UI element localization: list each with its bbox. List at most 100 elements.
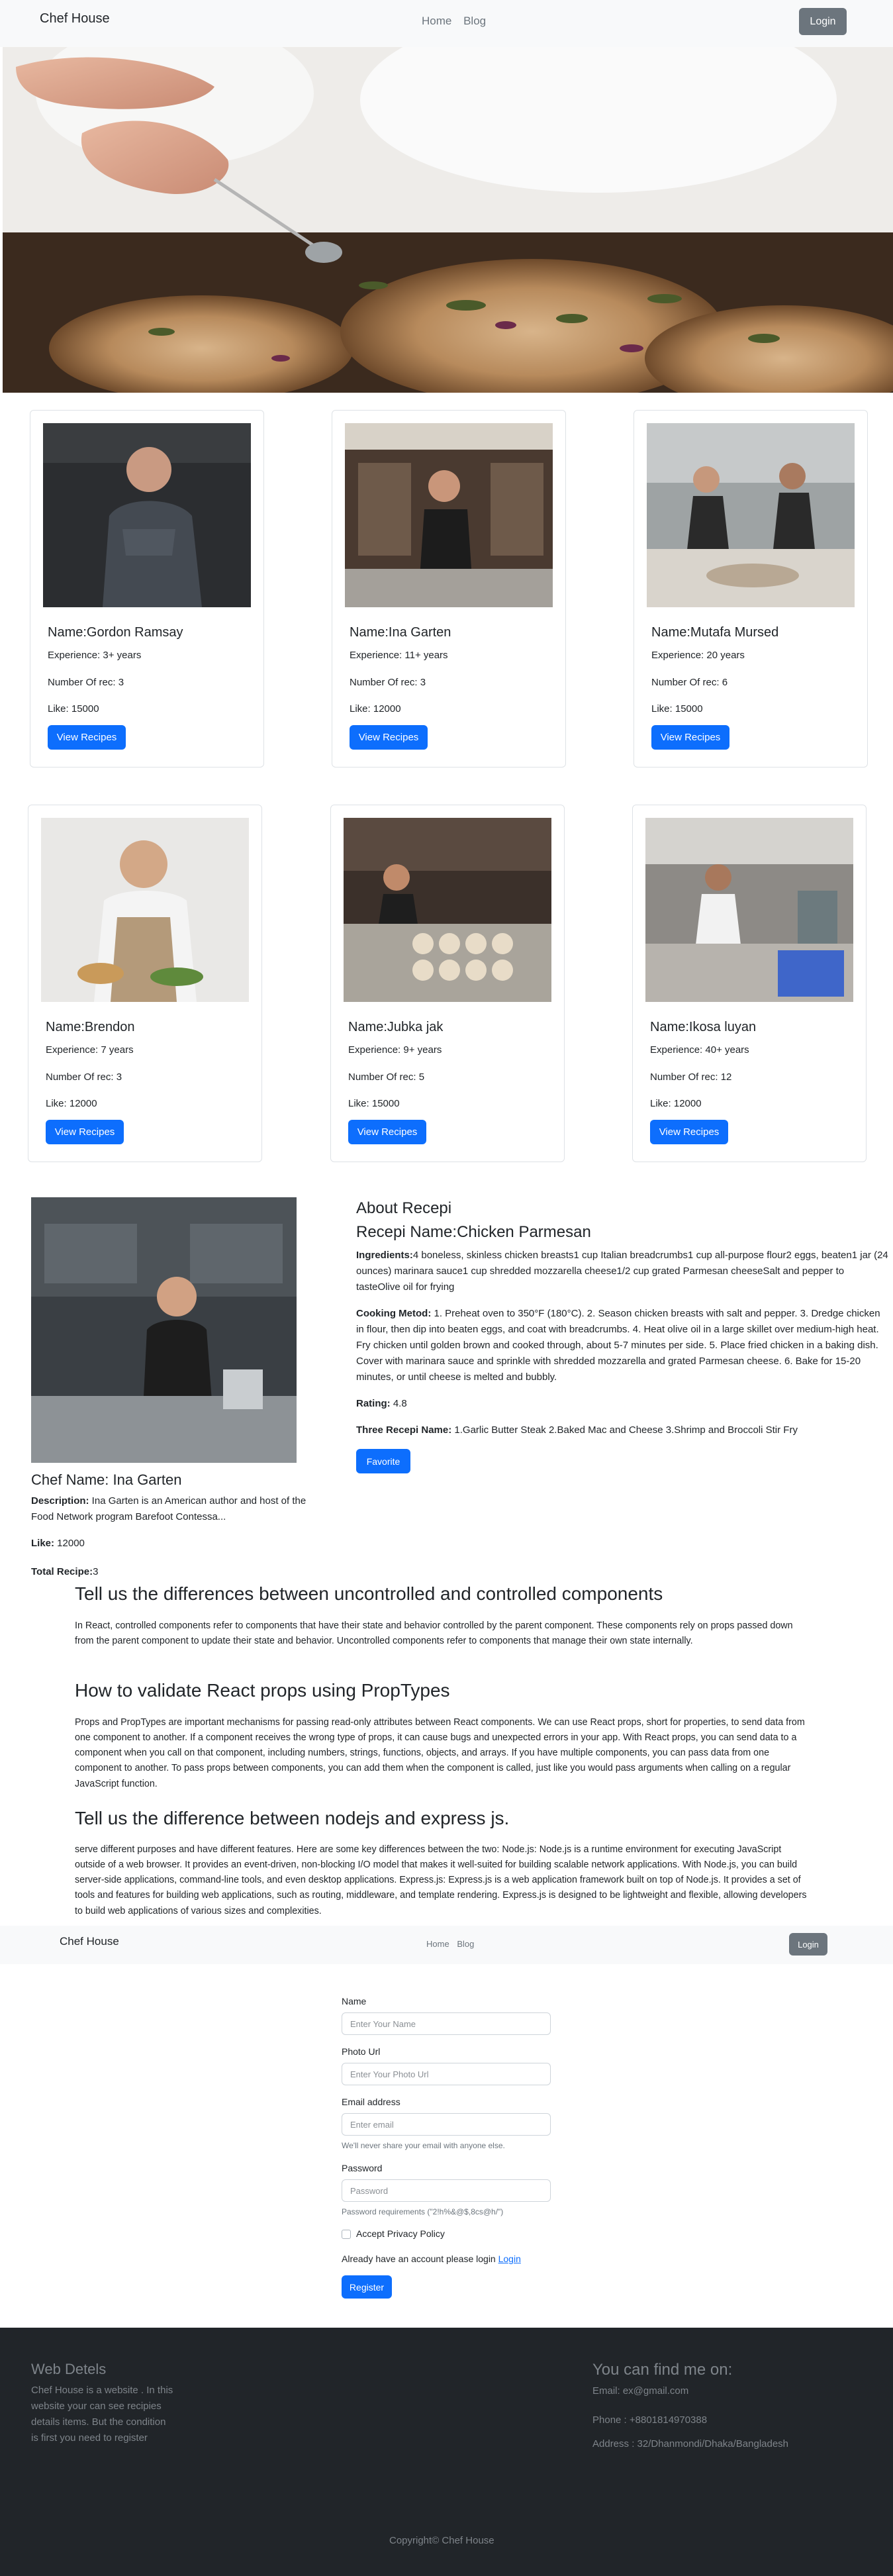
favorite-button[interactable]: Favorite [356,1449,410,1473]
chef-card: Name:Jubka jak Experience: 9+ years Numb… [330,805,565,1162]
top-navbar: Chef House Home Blog Login [0,0,893,47]
chef-detail-likes: Like: 12000 [31,1536,85,1552]
email-input[interactable] [342,2113,551,2136]
checkbox-icon[interactable] [342,2230,351,2239]
nav-home-link[interactable]: Home [422,15,451,27]
chef-likes: Like: 15000 [651,703,703,715]
blog-heading: Tell us the differences between uncontro… [75,1583,663,1604]
chef-likes: Like: 12000 [46,1098,97,1109]
chef-recipe-count: Number Of rec: 3 [46,1071,122,1083]
email-help-text: We'll never share your email with anyone… [342,2141,505,2150]
about-recipe-heading: About Recepi [356,1199,452,1217]
photo-url-input[interactable] [342,2063,551,2085]
brand-logo[interactable]: Chef House [40,9,110,28]
chef-recipe-count: Number Of rec: 12 [650,1071,732,1083]
chef-card: Name:Ikosa luyan Experience: 40+ years N… [632,805,867,1162]
chef-recipe-count: Number Of rec: 3 [48,677,124,688]
ingredients-label: Ingredients: [356,1250,413,1261]
likes-value: 12000 [54,1538,85,1549]
chef-card: Name:Ina Garten Experience: 11+ years Nu… [332,410,566,768]
chef-card: Name:Mutafa Mursed Experience: 20 years … [634,410,868,768]
chef-experience: Experience: 3+ years [48,650,142,661]
three-recipe-names: Three Recepi Name: 1.Garlic Butter Steak… [356,1422,798,1438]
three-recipe-text: 1.Garlic Butter Steak 2.Baked Mac and Ch… [451,1424,798,1436]
chef-total-recipe: Total Recipe:3 [31,1565,98,1580]
chef-likes: Like: 12000 [650,1098,702,1109]
password-label: Password [342,2163,383,2173]
chef-photo [647,423,855,607]
chef-name: Name:Brendon [46,1020,135,1034]
chef-detail-photo [31,1197,297,1463]
chef-recipe-count: Number Of rec: 5 [348,1071,425,1083]
view-recipes-button[interactable]: View Recipes [350,725,428,750]
description-label: Description: [31,1495,89,1507]
total-recipe-label: Total Recipe: [31,1566,93,1577]
chef-photo [344,818,551,1002]
chef-likes: Like: 12000 [350,703,401,715]
blog-body: serve different purposes and have differ… [75,1844,807,1916]
chef-card: Name:Brendon Experience: 7 years Number … [28,805,262,1162]
name-input[interactable] [342,2012,551,2035]
password-input[interactable] [342,2179,551,2202]
likes-label: Like: [31,1538,55,1549]
footer-contact-title: You can find me on: [592,2361,733,2379]
nav-login-button[interactable]: Login [789,1933,827,1956]
blog-body: Props and PropTypes are important mechan… [75,1717,805,1789]
rating-value: 4.8 [390,1398,407,1409]
chef-photo [43,423,251,607]
three-recipe-label: Three Recepi Name: [356,1424,452,1436]
chef-detail-name: Chef Name: Ina Garten [31,1471,182,1488]
chef-photo [41,818,249,1002]
chef-name: Name:Gordon Ramsay [48,625,183,640]
footer-address: Address : 32/Dhanmondi/Dhaka/Bangladesh [592,2438,789,2450]
recipe-cooking-method: Cooking Metod: 1. Preheat oven to 350°F … [356,1306,889,1385]
login-prompt: Already have an account please login Log… [342,2252,521,2266]
nav-blog-link[interactable]: Blog [463,15,486,27]
nav-home-link[interactable]: Home [426,1939,449,1949]
chef-recipe-count: Number Of rec: 3 [350,677,426,688]
chef-name: Name:Jubka jak [348,1020,444,1034]
login-prompt-text: Already have an account please login [342,2254,498,2264]
email-label: Email address [342,2097,400,2107]
view-recipes-button[interactable]: View Recipes [46,1120,124,1144]
cooking-method-label: Cooking Metod: [356,1308,432,1319]
chef-experience: Experience: 11+ years [350,650,448,661]
hero-illustration [3,47,893,393]
rating-label: Rating: [356,1398,391,1409]
footer-copyright: Copyright© Chef House [389,2535,494,2546]
login-link[interactable]: Login [498,2254,521,2264]
brand-logo[interactable]: Chef House [60,1933,119,1950]
total-recipe-value: 3 [93,1566,99,1577]
view-recipes-button[interactable]: View Recipes [348,1120,426,1144]
blog-body: In React, controlled components refer to… [75,1620,793,1647]
chef-recipe-count: Number Of rec: 6 [651,677,728,688]
nav-blog-link[interactable]: Blog [457,1939,474,1949]
chef-description: Description: Ina Garten is an American a… [31,1493,326,1526]
nav-login-button[interactable]: Login [799,8,847,35]
photo-url-label: Photo Url [342,2046,381,2057]
footer-email: Email: ex@gmail.com [592,2385,689,2397]
register-button[interactable]: Register [342,2275,392,2299]
chef-card: Name:Gordon Ramsay Experience: 3+ years … [30,410,264,768]
view-recipes-button[interactable]: View Recipes [650,1120,728,1144]
chef-likes: Like: 15000 [348,1098,400,1109]
chef-photo [645,818,853,1002]
view-recipes-button[interactable]: View Recipes [651,725,729,750]
blog-heading: Tell us the difference between nodejs an… [75,1808,510,1828]
chef-photo [345,423,553,607]
chef-experience: Experience: 7 years [46,1044,134,1056]
blog-heading: How to validate React props using PropTy… [75,1680,450,1701]
footer-web-title: Web Detels [31,2361,107,2377]
footer-web-text: Chef House is a website . In this websit… [31,2385,173,2444]
recipe-ingredients: Ingredients:4 boneless, skinless chicken… [356,1248,889,1295]
view-recipes-button[interactable]: View Recipes [48,725,126,750]
footer: Web Detels Chef House is a website . In … [0,2328,893,2576]
chef-experience: Experience: 20 years [651,650,745,661]
ingredients-text: 4 boneless, skinless chicken breasts1 cu… [356,1250,888,1293]
footer-phone: Phone : +8801814970388 [592,2414,708,2426]
nav-links: Home Blog [426,1938,474,1951]
hero-banner-image [3,47,893,393]
name-label: Name [342,1996,367,2006]
privacy-policy-label[interactable]: Accept Privacy Policy [356,2227,445,2241]
secondary-navbar: Chef House Home Blog Login [0,1926,893,1964]
